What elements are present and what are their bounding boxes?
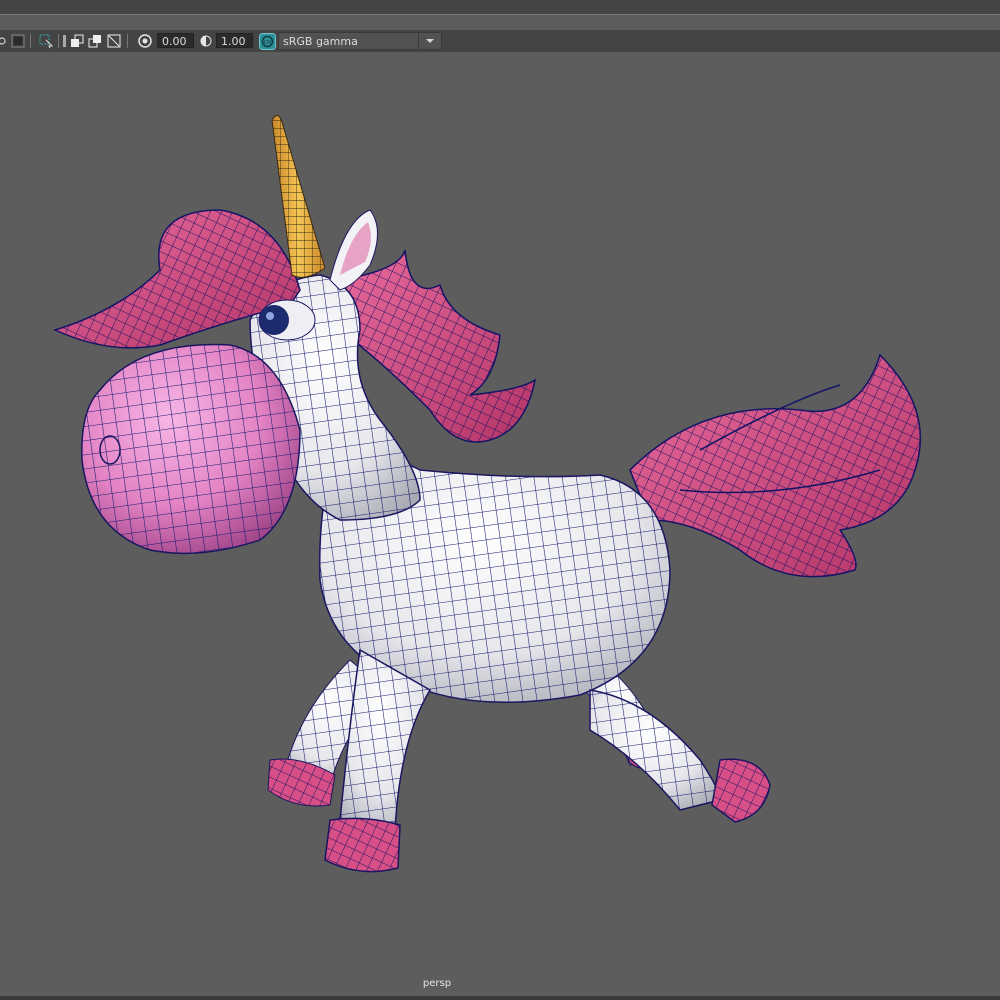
toolbar-separator — [30, 34, 31, 48]
back-leg-front — [589, 689, 771, 823]
chevron-down-icon[interactable] — [418, 33, 441, 49]
viewport-bottom-border — [0, 996, 1000, 1000]
menu-bar-strip — [0, 0, 1000, 15]
grid-icon[interactable] — [62, 32, 68, 50]
toolbar-separator — [127, 34, 128, 48]
3d-viewport[interactable] — [0, 52, 1000, 996]
color-management-icon[interactable]: CM — [258, 32, 276, 50]
svg-text:CM: CM — [263, 40, 271, 46]
viewport-toolbar: 0.00 1.00 CM sRGB gamma — [0, 30, 1000, 52]
color-space-dropdown[interactable]: sRGB gamma — [278, 32, 442, 50]
wireframe-icon[interactable] — [106, 32, 122, 50]
eye — [258, 299, 316, 341]
film-gate-icon[interactable] — [9, 32, 27, 50]
toolbar-separator — [58, 34, 59, 48]
camera-attributes-icon[interactable] — [0, 32, 8, 50]
isolate-icon[interactable] — [69, 32, 85, 50]
exposure-icon[interactable] — [136, 32, 154, 50]
resolution-gate-icon[interactable] — [37, 32, 55, 50]
tail — [629, 353, 922, 578]
gamma-field[interactable]: 1.00 — [216, 33, 253, 48]
camera-label: persp — [422, 978, 452, 989]
snout — [81, 343, 301, 555]
gamma-icon[interactable] — [198, 32, 214, 50]
xray-icon[interactable] — [87, 32, 103, 50]
color-space-label: sRGB gamma — [283, 35, 358, 48]
exposure-field[interactable]: 0.00 — [157, 33, 194, 48]
unicorn-model[interactable] — [0, 52, 1000, 996]
